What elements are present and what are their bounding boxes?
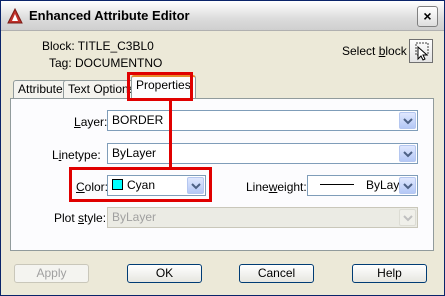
linetype-dropdown-button[interactable] (399, 145, 416, 162)
lineweight-sample (320, 184, 354, 185)
close-button[interactable]: × (417, 6, 438, 27)
tag-name-label: Tag: DOCUMENTNO (49, 56, 163, 70)
help-button[interactable]: Help (352, 264, 427, 283)
linetype-label: Linetype: (52, 148, 101, 162)
properties-tab-highlight (127, 72, 193, 101)
tab-attribute[interactable]: Attribute (13, 80, 68, 98)
enhanced-attribute-editor-dialog: Enhanced Attribute Editor × Block: TITLE… (0, 0, 445, 296)
linetype-select[interactable]: ByLayer (107, 143, 418, 164)
plot-style-dropdown-button (399, 209, 416, 226)
title-bar[interactable]: Enhanced Attribute Editor × (1, 1, 444, 31)
dialog-title: Enhanced Attribute Editor (29, 8, 190, 23)
layer-value: BORDER (112, 113, 164, 127)
linetype-value: ByLayer (112, 146, 157, 160)
chevron-down-icon (403, 215, 413, 222)
layer-dropdown-button[interactable] (399, 112, 416, 129)
close-icon: × (423, 8, 432, 24)
lineweight-dropdown-button[interactable] (399, 177, 416, 194)
select-block-button[interactable] (409, 39, 433, 63)
autocad-app-icon (7, 7, 23, 24)
chevron-down-icon (403, 183, 413, 190)
highlight-connector (169, 101, 172, 169)
select-block-icon (415, 42, 429, 61)
lineweight-label: Lineweight: (246, 180, 307, 194)
color-field-highlight (69, 167, 212, 202)
layer-label: Layer: (74, 115, 108, 129)
plot-style-value: ByLayer (112, 210, 157, 224)
select-block-label: Select block (342, 44, 407, 58)
lineweight-select[interactable]: ByLayer (307, 175, 418, 196)
chevron-down-icon (403, 151, 413, 158)
block-name-label: Block: TITLE_C3BL0 (42, 39, 154, 53)
ok-button[interactable]: OK (127, 264, 202, 283)
apply-button[interactable]: Apply (14, 264, 89, 283)
chevron-down-icon (403, 118, 413, 125)
layer-select[interactable]: BORDER (107, 110, 418, 131)
cancel-button[interactable]: Cancel (239, 264, 314, 283)
plot-style-label: Plot style: (54, 211, 107, 225)
plot-style-select: ByLayer (107, 207, 418, 228)
